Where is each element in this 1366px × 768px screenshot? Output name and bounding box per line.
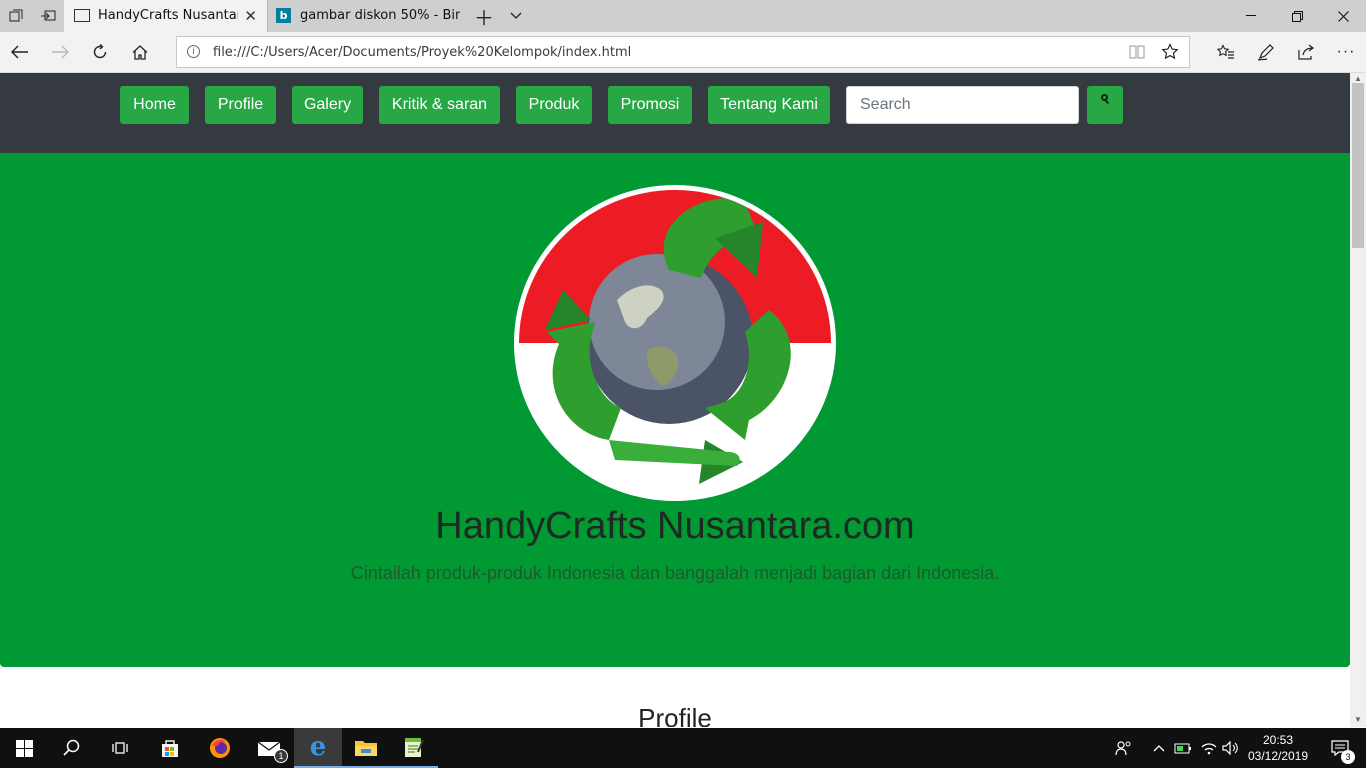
chevron-down-icon[interactable] xyxy=(500,0,532,32)
nav-kritik-saran-button[interactable]: Kritik & saran xyxy=(379,86,500,124)
search-input[interactable]: Search xyxy=(846,86,1079,124)
site-navbar: Home Profile Galery Kritik & saran Produ… xyxy=(0,73,1350,153)
taskbar-clock[interactable]: 20:53 03/12/2019 xyxy=(1243,732,1313,764)
scroll-down-icon[interactable]: ▼ xyxy=(1354,715,1362,724)
share-icon[interactable] xyxy=(1288,36,1324,68)
scroll-thumb[interactable] xyxy=(1352,83,1364,248)
hero-lead: Cintailah produk-produk Indonesia dan ba… xyxy=(350,563,1000,583)
chevron-up-icon[interactable] xyxy=(1150,728,1168,768)
pen-icon[interactable] xyxy=(1248,36,1284,68)
notification-center-icon[interactable]: 3 xyxy=(1320,728,1360,768)
more-icon[interactable]: ··· xyxy=(1328,36,1364,68)
search-button[interactable] xyxy=(1087,86,1123,124)
search-placeholder: Search xyxy=(860,96,911,113)
store-icon[interactable] xyxy=(146,728,194,768)
restore-button[interactable] xyxy=(1274,0,1320,32)
windows-start-icon[interactable] xyxy=(0,728,48,768)
task-view-icon[interactable] xyxy=(96,728,144,768)
minimize-button[interactable] xyxy=(1228,0,1274,32)
tab-handycrafts[interactable]: HandyCrafts Nusantara. ✕ xyxy=(64,0,267,32)
clock-time: 20:53 xyxy=(1262,733,1294,747)
profile-heading: Profile xyxy=(638,703,712,727)
notification-badge: 3 xyxy=(1341,750,1355,764)
home-icon[interactable] xyxy=(122,36,158,68)
mail-icon[interactable]: 1 xyxy=(246,728,294,768)
tab-title: gambar diskon 50% - Bing i xyxy=(300,8,460,23)
close-window-button[interactable] xyxy=(1320,0,1366,32)
firefox-icon[interactable] xyxy=(196,728,244,768)
clock-date: 03/12/2019 xyxy=(1247,749,1309,763)
address-url[interactable]: file:///C:/Users/Acer/Documents/Proyek%2… xyxy=(213,45,631,60)
scroll-up-icon[interactable]: ▲ xyxy=(1354,74,1362,83)
nav-promosi-button[interactable]: Promosi xyxy=(608,86,692,124)
people-icon[interactable] xyxy=(1112,728,1136,768)
nav-produk-button[interactable]: Produk xyxy=(516,86,592,124)
address-bar[interactable]: i file:///C:/Users/Acer/Documents/Proyek… xyxy=(176,36,1190,68)
page-icon xyxy=(74,9,90,22)
battery-icon[interactable] xyxy=(1172,728,1194,768)
back-arrow-icon[interactable] xyxy=(2,36,38,68)
mail-badge: 1 xyxy=(274,749,288,763)
info-icon[interactable]: i xyxy=(187,45,200,58)
close-icon[interactable]: ✕ xyxy=(244,7,257,25)
web-page: Home Profile Galery Kritik & saran Produ… xyxy=(0,73,1350,727)
browser-toolbar: i file:///C:/Users/Acer/Documents/Proyek… xyxy=(0,32,1366,73)
site-logo xyxy=(514,185,836,501)
page-scrollbar[interactable]: ▲ ▼ xyxy=(1350,73,1366,727)
hero-title: HandyCrafts Nusantara.com xyxy=(435,505,915,547)
nav-profile-button[interactable]: Profile xyxy=(205,86,276,124)
reading-view-icon[interactable] xyxy=(1129,45,1145,64)
hero-jumbotron: HandyCrafts Nusantara.com Cintailah prod… xyxy=(0,153,1350,667)
volume-icon[interactable] xyxy=(1220,728,1242,768)
wifi-icon[interactable] xyxy=(1198,728,1220,768)
nav-home-button[interactable]: Home xyxy=(120,86,189,124)
browser-tabstrip: HandyCrafts Nusantara. ✕ b gambar diskon… xyxy=(0,0,1366,32)
windows-taskbar: 1 e 20:53 03/12/2019 3 xyxy=(0,728,1366,768)
tab-manager-icon[interactable] xyxy=(0,0,32,32)
star-icon[interactable] xyxy=(1161,43,1179,66)
tab-title: HandyCrafts Nusantara. xyxy=(98,8,238,23)
bing-icon: b xyxy=(276,8,291,23)
tab-bing[interactable]: b gambar diskon 50% - Bing i xyxy=(267,0,467,32)
set-aside-tabs-icon[interactable] xyxy=(32,0,64,32)
forward-arrow-icon[interactable] xyxy=(42,36,78,68)
plus-icon[interactable]: ＋ xyxy=(468,0,500,32)
refresh-icon[interactable] xyxy=(82,36,118,68)
notepad-icon[interactable] xyxy=(390,728,438,768)
edge-icon[interactable]: e xyxy=(294,728,342,768)
file-explorer-icon[interactable] xyxy=(342,728,390,768)
search-icon[interactable] xyxy=(48,728,96,768)
nav-tentang-kami-button[interactable]: Tentang Kami xyxy=(708,86,830,124)
favorites-hub-icon[interactable] xyxy=(1208,36,1244,68)
nav-galery-button[interactable]: Galery xyxy=(292,86,363,124)
